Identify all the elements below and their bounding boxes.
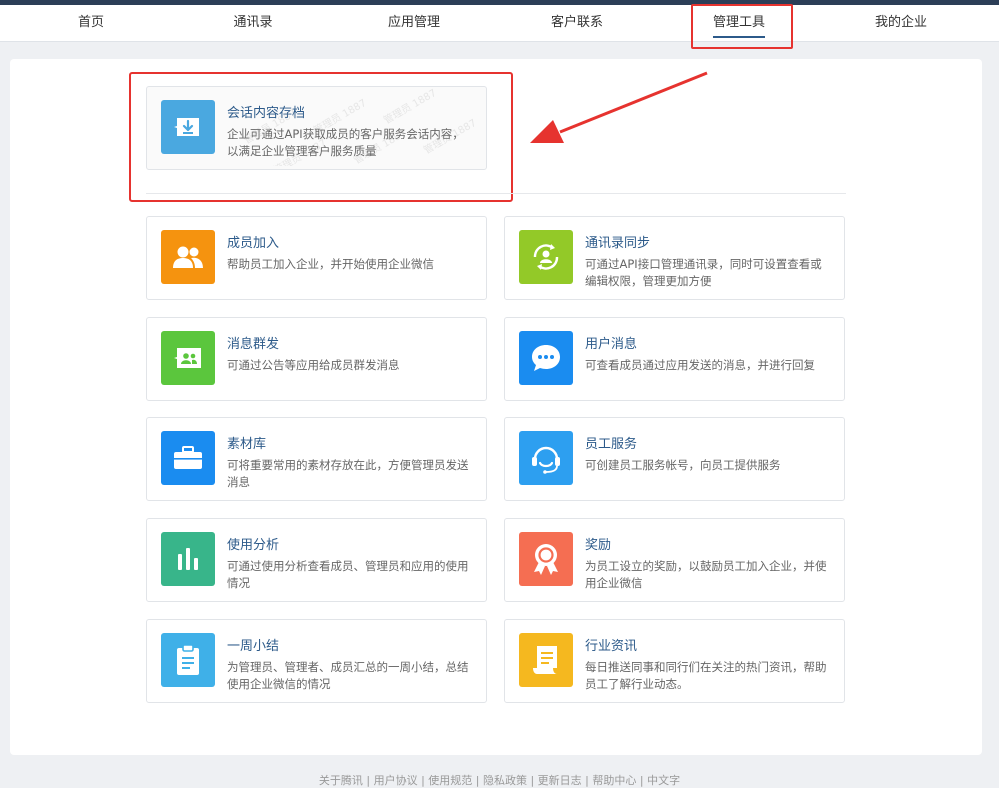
chat-bubble-icon <box>519 331 573 385</box>
nav-highlight-box <box>691 4 793 49</box>
tool-title: 行业资讯 <box>585 639 638 654</box>
tool-title: 奖励 <box>585 538 612 553</box>
tool-desc: 可创建员工服务帐号，向员工提供服务 <box>585 458 781 472</box>
tool-desc: 可查看成员通过应用发送的消息，并进行回复 <box>585 358 815 372</box>
tool-title: 使用分析 <box>227 538 280 553</box>
tool-card-user-messages[interactable]: 用户消息 可查看成员通过应用发送的消息，并进行回复 <box>504 317 845 401</box>
tool-card-weekly-summary[interactable]: 一周小结 为管理员、管理者、成员汇总的一周小结，总结使用企业微信的情况 <box>146 619 487 703</box>
tool-card-broadcast[interactable]: 消息群发 可通过公告等应用给成员群发消息 <box>146 317 487 401</box>
briefcase-icon <box>161 431 215 485</box>
tool-desc: 每日推送同事和同行们在关注的热门资讯，帮助员工了解行业动态。 <box>585 660 827 691</box>
footer-links[interactable]: 关于腾讯 | 用户协议 | 使用规范 | 隐私政策 | 更新日志 | 帮助中心 … <box>0 772 999 788</box>
tool-card-usage-analysis[interactable]: 使用分析 可通过使用分析查看成员、管理员和应用的使用情况 <box>146 518 487 602</box>
sync-contact-icon <box>519 230 573 284</box>
nav-contacts[interactable]: 通讯录 <box>233 5 272 41</box>
bar-chart-icon <box>161 532 215 586</box>
tool-card-industry-news[interactable]: 行业资讯 每日推送同事和同行们在关注的热门资讯，帮助员工了解行业动态。 <box>504 619 845 703</box>
tool-desc: 可通过公告等应用给成员群发消息 <box>227 358 400 372</box>
tool-title: 员工服务 <box>585 437 638 452</box>
nav-app-management[interactable]: 应用管理 <box>388 5 440 41</box>
news-scroll-icon <box>519 633 573 687</box>
tool-desc: 可通过API接口管理通讯录，同时可设置查看或编辑权限，管理更加方便 <box>585 257 822 288</box>
tool-card-rewards[interactable]: 奖励 为员工设立的奖励，以鼓励员工加入企业，并使用企业微信 <box>504 518 845 602</box>
nav-customer-contact[interactable]: 客户联系 <box>551 5 603 41</box>
broadcast-icon <box>161 331 215 385</box>
top-nav: 首页 通讯录 应用管理 客户联系 管理工具 我的企业 <box>0 5 999 42</box>
tool-title: 通讯录同步 <box>585 236 651 251</box>
clipboard-icon <box>161 633 215 687</box>
tool-card-employee-service[interactable]: 员工服务 可创建员工服务帐号，向员工提供服务 <box>504 417 845 501</box>
nav-my-enterprise[interactable]: 我的企业 <box>875 5 927 41</box>
featured-highlight-box <box>129 72 513 202</box>
tool-card-contact-sync[interactable]: 通讯录同步 可通过API接口管理通讯录，同时可设置查看或编辑权限，管理更加方便 <box>504 216 845 300</box>
tool-card-member-join[interactable]: 成员加入 帮助员工加入企业，并开始使用企业微信 <box>146 216 487 300</box>
tool-title: 用户消息 <box>585 337 638 352</box>
tool-title: 成员加入 <box>227 236 280 251</box>
award-icon <box>519 532 573 586</box>
members-icon <box>161 230 215 284</box>
tool-title: 消息群发 <box>227 337 280 352</box>
tool-desc: 可通过使用分析查看成员、管理员和应用的使用情况 <box>227 559 469 590</box>
nav-home[interactable]: 首页 <box>78 5 104 41</box>
tool-desc: 可将重要常用的素材存放在此，方便管理员发送消息 <box>227 458 469 489</box>
headset-icon <box>519 431 573 485</box>
tool-desc: 为员工设立的奖励，以鼓励员工加入企业，并使用企业微信 <box>585 559 827 590</box>
tool-title: 一周小结 <box>227 639 280 654</box>
tool-desc: 帮助员工加入企业，并开始使用企业微信 <box>227 257 434 271</box>
section-divider <box>146 193 846 194</box>
tool-title: 素材库 <box>227 437 267 452</box>
tool-card-material-library[interactable]: 素材库 可将重要常用的素材存放在此，方便管理员发送消息 <box>146 417 487 501</box>
tool-desc: 为管理员、管理者、成员汇总的一周小结，总结使用企业微信的情况 <box>227 660 469 691</box>
